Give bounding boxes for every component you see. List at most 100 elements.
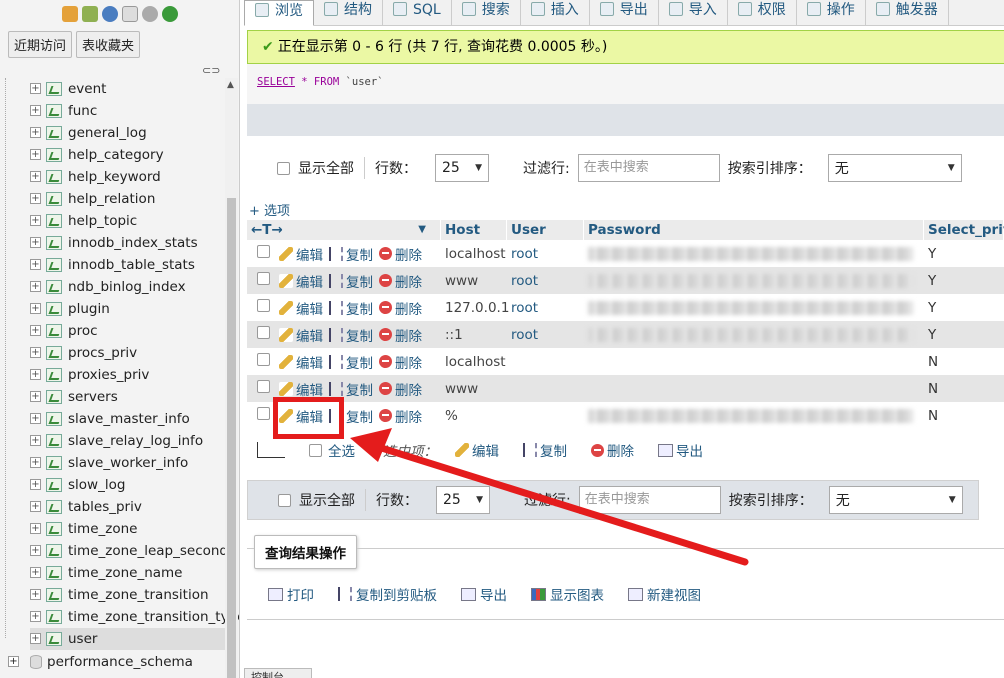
expand-icon[interactable]: +: [30, 435, 41, 446]
expand-icon[interactable]: +: [30, 501, 41, 512]
tab-label[interactable]: 操作: [827, 0, 855, 20]
delete-label[interactable]: 删除: [395, 325, 422, 345]
expand-icon[interactable]: +: [8, 656, 19, 667]
tab-label[interactable]: 权限: [758, 0, 786, 20]
expand-icon[interactable]: +: [30, 589, 41, 600]
table-icon[interactable]: [46, 236, 62, 250]
bulk-export-button[interactable]: 导出: [658, 440, 703, 460]
col-password[interactable]: Password: [584, 220, 924, 240]
tab-label[interactable]: 搜索: [482, 0, 510, 20]
expand-icon[interactable]: +: [30, 479, 41, 490]
table-name[interactable]: innodb_index_stats: [68, 232, 198, 254]
create-view-button[interactable]: 新建视图: [628, 584, 701, 604]
docs-icon[interactable]: [122, 6, 138, 22]
chart-button[interactable]: 显示图表: [531, 584, 604, 604]
sql-query-box[interactable]: SELECT * FROM `user`: [247, 64, 1004, 104]
table-name[interactable]: plugin: [68, 298, 110, 320]
table-icon[interactable]: [46, 632, 62, 646]
edit-label[interactable]: 编辑: [296, 325, 323, 345]
table-icon[interactable]: [46, 214, 62, 228]
edit-button[interactable]: 编辑: [279, 298, 323, 318]
tree-table-item[interactable]: + func: [30, 100, 230, 122]
copy-label[interactable]: 复制: [346, 352, 373, 372]
table-name[interactable]: slave_relay_log_info: [68, 430, 203, 452]
edit-button[interactable]: 编辑: [279, 325, 323, 345]
copy-clipboard-label[interactable]: 复制到剪贴板: [356, 584, 437, 604]
row-checkbox[interactable]: [257, 353, 270, 366]
bulk-delete-label[interactable]: 删除: [607, 440, 634, 460]
table-icon[interactable]: [46, 610, 62, 624]
table-name[interactable]: slow_log: [68, 474, 125, 496]
edit-button[interactable]: 编辑: [279, 379, 323, 399]
expand-icon[interactable]: +: [30, 83, 41, 94]
table-icon[interactable]: [46, 126, 62, 140]
copy-label[interactable]: 复制: [346, 406, 373, 426]
table-name[interactable]: tables_priv: [68, 496, 142, 518]
tree-table-item[interactable]: + innodb_table_stats: [30, 254, 230, 276]
tree-table-item[interactable]: + slave_worker_info: [30, 452, 230, 474]
expand-icon[interactable]: +: [30, 369, 41, 380]
tree-table-item[interactable]: + time_zone_name: [30, 562, 230, 584]
edit-button[interactable]: 编辑: [279, 352, 323, 372]
tree-table-item[interactable]: + procs_priv: [30, 342, 230, 364]
expand-icon[interactable]: +: [30, 281, 41, 292]
col-host[interactable]: Host: [441, 220, 507, 240]
table-name[interactable]: slave_worker_info: [68, 452, 188, 474]
col-user[interactable]: User: [507, 220, 584, 240]
expand-icon[interactable]: +: [30, 171, 41, 182]
tree-table-item[interactable]: + event: [30, 78, 230, 100]
expand-icon[interactable]: +: [30, 193, 41, 204]
row-checkbox[interactable]: [257, 245, 270, 258]
tree-table-item[interactable]: + proxies_priv: [30, 364, 230, 386]
tab-3[interactable]: 搜索: [452, 0, 521, 26]
export-button[interactable]: 导出: [461, 584, 507, 604]
expand-icon[interactable]: +: [30, 457, 41, 468]
table-icon[interactable]: [46, 390, 62, 404]
nav-scrollbar[interactable]: ▲: [225, 78, 238, 678]
table-icon[interactable]: [46, 412, 62, 426]
tree-table-item[interactable]: + help_topic: [30, 210, 230, 232]
tab-1[interactable]: 结构: [314, 0, 383, 26]
table-name[interactable]: general_log: [68, 122, 147, 144]
tab-label[interactable]: 导出: [620, 0, 648, 20]
copy-button[interactable]: 复制: [329, 325, 373, 345]
recent-tab[interactable]: 近期访问: [8, 31, 73, 58]
table-name[interactable]: user: [68, 628, 97, 650]
expand-icon[interactable]: +: [30, 215, 41, 226]
tab-7[interactable]: 权限: [728, 0, 797, 26]
table-name[interactable]: proxies_priv: [68, 364, 149, 386]
sql-select[interactable]: SELECT: [257, 76, 295, 88]
expand-icon[interactable]: +: [30, 149, 41, 160]
tree-table-item[interactable]: + time_zone_transition: [30, 584, 230, 606]
copy-label[interactable]: 复制: [346, 244, 373, 264]
db-name[interactable]: performance_schema: [47, 652, 193, 672]
copy-label[interactable]: 复制: [346, 379, 373, 399]
row-checkbox[interactable]: [257, 272, 270, 285]
check-all-checkbox[interactable]: [309, 443, 322, 457]
column-resize-icon[interactable]: ←T→: [251, 220, 283, 240]
table-name[interactable]: servers: [68, 386, 118, 408]
tree-table-item[interactable]: + servers: [30, 386, 230, 408]
expand-icon[interactable]: +: [30, 391, 41, 402]
delete-label[interactable]: 删除: [395, 271, 422, 291]
create-view-label[interactable]: 新建视图: [647, 584, 701, 604]
print-button[interactable]: 打印: [268, 584, 314, 604]
edit-button[interactable]: 编辑: [279, 244, 323, 264]
tree-table-item[interactable]: + time_zone: [30, 518, 230, 540]
tree-table-item[interactable]: + slow_log: [30, 474, 230, 496]
table-name[interactable]: procs_priv: [68, 342, 137, 364]
copy-label[interactable]: 复制: [346, 325, 373, 345]
tab-4[interactable]: 插入: [521, 0, 590, 26]
delete-button[interactable]: 删除: [379, 325, 422, 345]
delete-label[interactable]: 删除: [395, 244, 422, 264]
reload-icon[interactable]: [162, 6, 178, 22]
expand-icon[interactable]: +: [30, 127, 41, 138]
tab-6[interactable]: 导入: [659, 0, 728, 26]
scroll-up-icon[interactable]: ▲: [227, 80, 234, 90]
check-all-label[interactable]: 全选: [328, 440, 355, 460]
expand-icon[interactable]: +: [30, 237, 41, 248]
delete-label[interactable]: 删除: [395, 298, 422, 318]
tree-table-item[interactable]: + general_log: [30, 122, 230, 144]
copy-button[interactable]: 复制: [329, 244, 373, 264]
copy-button[interactable]: 复制: [329, 379, 373, 399]
